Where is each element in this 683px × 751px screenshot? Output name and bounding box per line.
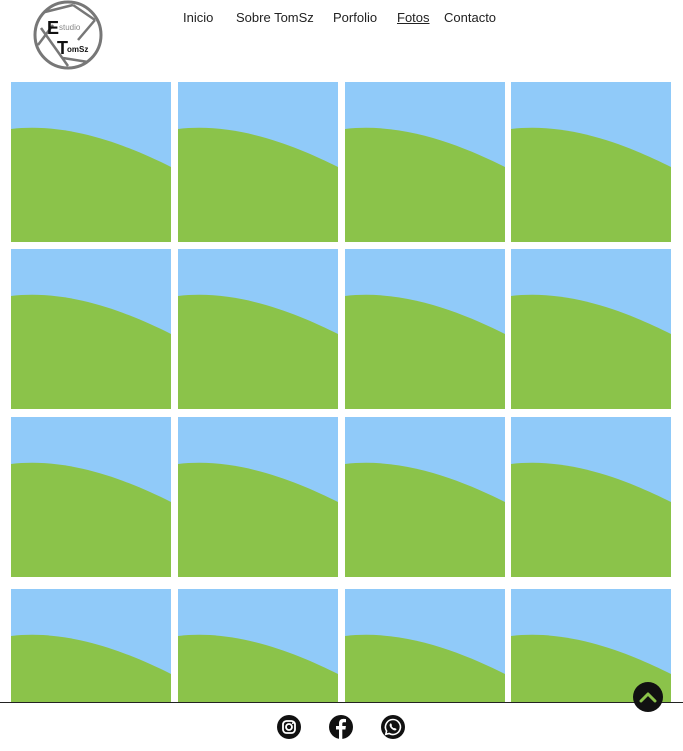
- gallery-photo[interactable]: [345, 589, 505, 702]
- gallery-photo[interactable]: [11, 249, 171, 409]
- photo-gallery: [0, 82, 683, 702]
- whatsapp-icon[interactable]: [380, 714, 406, 740]
- image-placeholder-icon: [345, 589, 505, 702]
- nav-item-fotos[interactable]: Fotos: [397, 10, 430, 25]
- image-placeholder-icon: [178, 417, 338, 577]
- gallery-photo[interactable]: [511, 417, 671, 577]
- gallery-photo[interactable]: [178, 417, 338, 577]
- image-placeholder-icon: [11, 417, 171, 577]
- gallery-photo[interactable]: [345, 249, 505, 409]
- nav-item-inicio[interactable]: Inicio: [183, 10, 213, 25]
- gallery-photo[interactable]: [178, 82, 338, 242]
- image-placeholder-icon: [11, 82, 171, 242]
- nav-item-porfolio[interactable]: Porfolio: [333, 10, 377, 25]
- image-placeholder-icon: [345, 417, 505, 577]
- logo-word-omsz: omSz: [67, 45, 88, 54]
- facebook-icon[interactable]: [328, 714, 354, 740]
- gallery-photo[interactable]: [511, 249, 671, 409]
- gallery-photo[interactable]: [345, 82, 505, 242]
- image-placeholder-icon: [511, 82, 671, 242]
- image-placeholder-icon: [11, 249, 171, 409]
- image-placeholder-icon: [511, 249, 671, 409]
- image-placeholder-icon: [345, 249, 505, 409]
- instagram-icon[interactable]: [276, 714, 302, 740]
- site-header: E studio T omSz Inicio Sobre TomSz Porfo…: [0, 0, 683, 82]
- nav-item-contacto[interactable]: Contacto: [444, 10, 496, 25]
- image-placeholder-icon: [178, 589, 338, 702]
- image-placeholder-icon: [178, 249, 338, 409]
- gallery-photo[interactable]: [345, 417, 505, 577]
- image-placeholder-icon: [345, 82, 505, 242]
- site-footer: [0, 702, 683, 751]
- image-placeholder-icon: [511, 417, 671, 577]
- gallery-photo[interactable]: [11, 589, 171, 702]
- chevron-up-icon: [639, 692, 657, 703]
- image-placeholder-icon: [178, 82, 338, 242]
- nav-item-sobre-tomsz[interactable]: Sobre TomSz: [236, 10, 314, 25]
- gallery-photo[interactable]: [511, 82, 671, 242]
- main-nav: Inicio Sobre TomSz Porfolio Fotos Contac…: [0, 10, 683, 30]
- gallery-photo[interactable]: [11, 82, 171, 242]
- scroll-to-top-button[interactable]: [633, 682, 663, 712]
- image-placeholder-icon: [11, 589, 171, 702]
- gallery-photo[interactable]: [178, 249, 338, 409]
- gallery-photo[interactable]: [11, 417, 171, 577]
- gallery-photo[interactable]: [178, 589, 338, 702]
